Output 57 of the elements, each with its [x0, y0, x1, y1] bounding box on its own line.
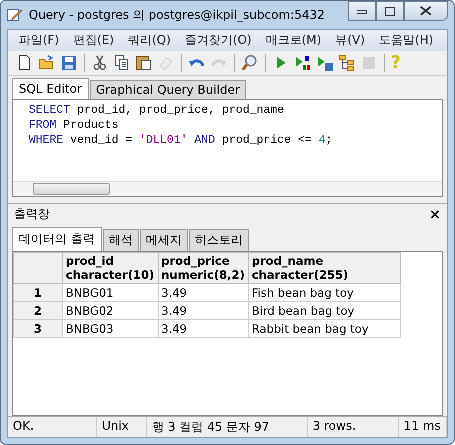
code-line: FROM Products — [29, 118, 120, 133]
output-tab[interactable]: 해석 — [102, 229, 139, 251]
status-text: 행 3 컬럼 45 문자 97 — [147, 417, 308, 437]
column-header[interactable]: prod_name character(255) — [248, 252, 400, 284]
row-number[interactable]: 3 — [14, 320, 62, 338]
close-icon — [420, 6, 432, 16]
table-cell: 3.49 — [158, 284, 248, 302]
scissors-icon[interactable] — [91, 54, 109, 72]
menu-item[interactable]: 즐겨찾기(O) — [178, 32, 259, 49]
menu-item[interactable]: 파일(F) — [12, 32, 66, 49]
status-text: Unix — [97, 417, 148, 437]
search-icon[interactable] — [241, 54, 259, 72]
table-cell: BNBG01 — [62, 284, 158, 302]
close-button[interactable] — [404, 1, 448, 21]
copy-icon[interactable] — [113, 54, 131, 72]
tree-diagram-icon[interactable] — [338, 54, 356, 72]
code-line: SELECT prod_id, prod_price, prod_name — [29, 103, 286, 118]
status-text: 3 rows. — [308, 417, 399, 437]
clipboard-icon[interactable] — [135, 54, 153, 72]
maximize-button[interactable] — [376, 1, 404, 21]
minimize-icon — [357, 8, 367, 14]
window-title: Query - postgres 의 postgres@ikpil_subcom:5432 — [29, 6, 325, 24]
horizontal-scrollbar[interactable] — [13, 181, 442, 196]
menu-item[interactable]: 매크로(M) — [258, 32, 329, 49]
menu-item[interactable]: 쿼리(Q) — [121, 32, 178, 49]
row-number[interactable]: 1 — [14, 284, 62, 302]
column-header[interactable]: prod_price numeric(8,2) — [158, 252, 248, 284]
panel-title: 출력창 — [14, 206, 50, 223]
close-button[interactable]: × — [429, 206, 441, 222]
output-tab[interactable]: 메세지 — [140, 229, 188, 251]
row-number[interactable]: 2 — [14, 302, 62, 320]
play-disk-icon[interactable] — [316, 54, 334, 72]
output-tab[interactable]: 히스토리 — [188, 229, 249, 251]
table-cell: Fish bean bag toy — [248, 284, 400, 302]
table-cell: 3.49 — [158, 320, 248, 338]
table-cell: BNBG03 — [62, 320, 158, 338]
table-cell: BNBG02 — [62, 302, 158, 320]
pencil-icon — [7, 7, 23, 23]
minimize-button[interactable] — [348, 1, 376, 21]
editor-tab[interactable]: SQL Editor — [12, 78, 90, 99]
table-cell: 3.49 — [158, 302, 248, 320]
corner-cell — [14, 252, 62, 284]
editor-tab[interactable]: Graphical Query Builder — [90, 80, 246, 99]
output-tab[interactable]: 데이터의 출력 — [12, 227, 102, 251]
table-cell: Bird bean bag toy — [248, 302, 400, 320]
maximize-icon — [385, 6, 395, 16]
status-text: OK. — [8, 417, 98, 437]
status-text: 11 ms — [398, 417, 447, 437]
sql-editor[interactable]: SELECT prod_id, prod_price, prod_name FROM Products WHERE vend_id = 'DLL01' AND prod_price <= 4; — [12, 99, 443, 197]
menu-item[interactable]: 편집(E) — [66, 32, 122, 49]
code-line: WHERE vend_id = 'DLL01' AND prod_price <= 4; — [29, 133, 334, 148]
menu-item[interactable]: 도움말(H) — [372, 32, 441, 49]
menu-item[interactable]: 뷰(V) — [328, 32, 372, 49]
table-cell: Rabbit bean bag toy — [248, 320, 400, 338]
play-pgs-icon[interactable] — [294, 54, 312, 72]
folder-icon[interactable] — [38, 54, 56, 72]
column-header[interactable]: prod_id character(10) — [62, 252, 158, 284]
